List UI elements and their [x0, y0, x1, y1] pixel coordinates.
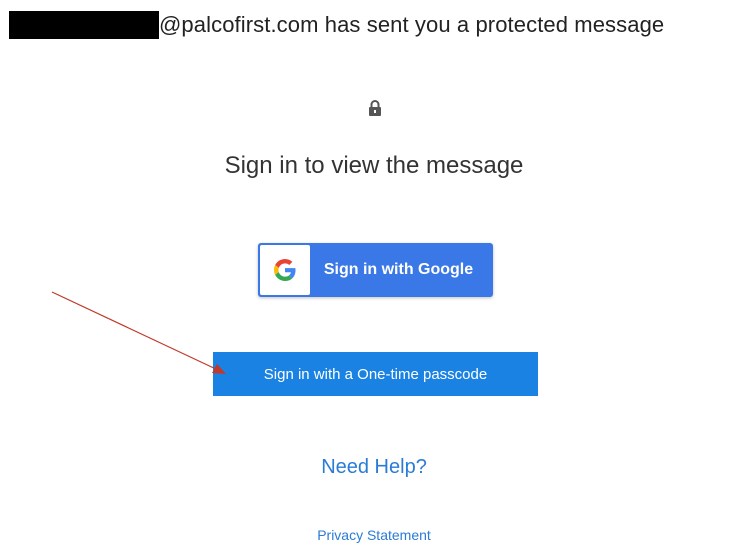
need-help-link[interactable]: Need Help? [4, 456, 740, 479]
google-logo-icon [274, 259, 296, 281]
google-logo-container [260, 245, 310, 295]
google-button-label: Sign in with Google [323, 261, 474, 278]
sign-in-google-button[interactable]: Sign in with Google [258, 243, 493, 297]
sender-header: @palcofirst.com has sent you a protected… [0, 9, 740, 41]
passcode-button-label: Sign in with a One-time passcode [263, 365, 488, 383]
lock-icon [369, 100, 381, 116]
redacted-sender-name [9, 11, 159, 39]
protected-message-page: @palcofirst.com has sent you a protected… [0, 0, 740, 545]
privacy-statement-link[interactable]: Privacy Statement [4, 527, 740, 543]
page-title: Sign in to view the message [224, 152, 524, 179]
sign-in-passcode-button[interactable]: Sign in with a One-time passcode [213, 352, 538, 396]
sender-header-text: @palcofirst.com has sent you a protected… [159, 12, 665, 37]
